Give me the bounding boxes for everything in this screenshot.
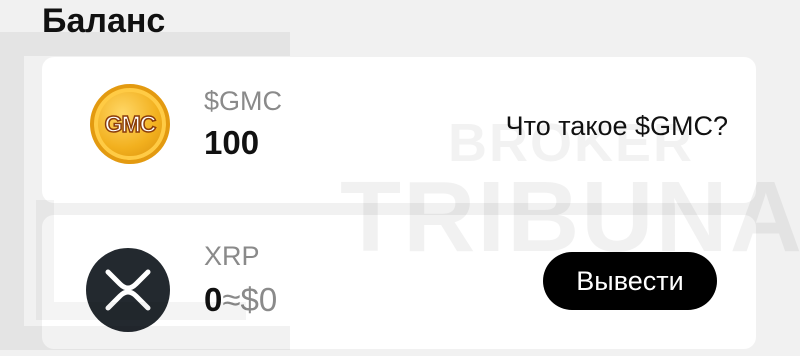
xrp-logo-icon xyxy=(105,269,151,311)
gmc-balance-card: GMC $GMC 100 Что такое $GMC? xyxy=(42,57,756,203)
withdraw-button[interactable]: Вывести xyxy=(543,252,717,310)
xrp-coin-icon xyxy=(86,248,170,332)
gmc-coin-amount: 100 xyxy=(204,124,260,161)
balance-screen: Баланс GMC $GMC 100 Что такое $GMC? XRP … xyxy=(0,0,800,356)
balance-title: Баланс xyxy=(42,2,166,40)
xrp-coin-amount: 0≈$0 xyxy=(204,281,277,319)
gmc-coin-icon: GMC xyxy=(90,84,170,164)
xrp-fiat-value: ≈$0 xyxy=(222,281,278,318)
gmc-coin-name: $GMC xyxy=(204,86,283,116)
what-is-gmc-link[interactable]: Что такое $GMC? xyxy=(506,111,728,142)
xrp-coin-name: XRP xyxy=(204,241,260,271)
xrp-balance-card: XRP 0≈$0 Вывести xyxy=(42,215,756,349)
gmc-coin-icon-label: GMC xyxy=(104,110,157,138)
xrp-amount-value: 0 xyxy=(204,281,223,318)
